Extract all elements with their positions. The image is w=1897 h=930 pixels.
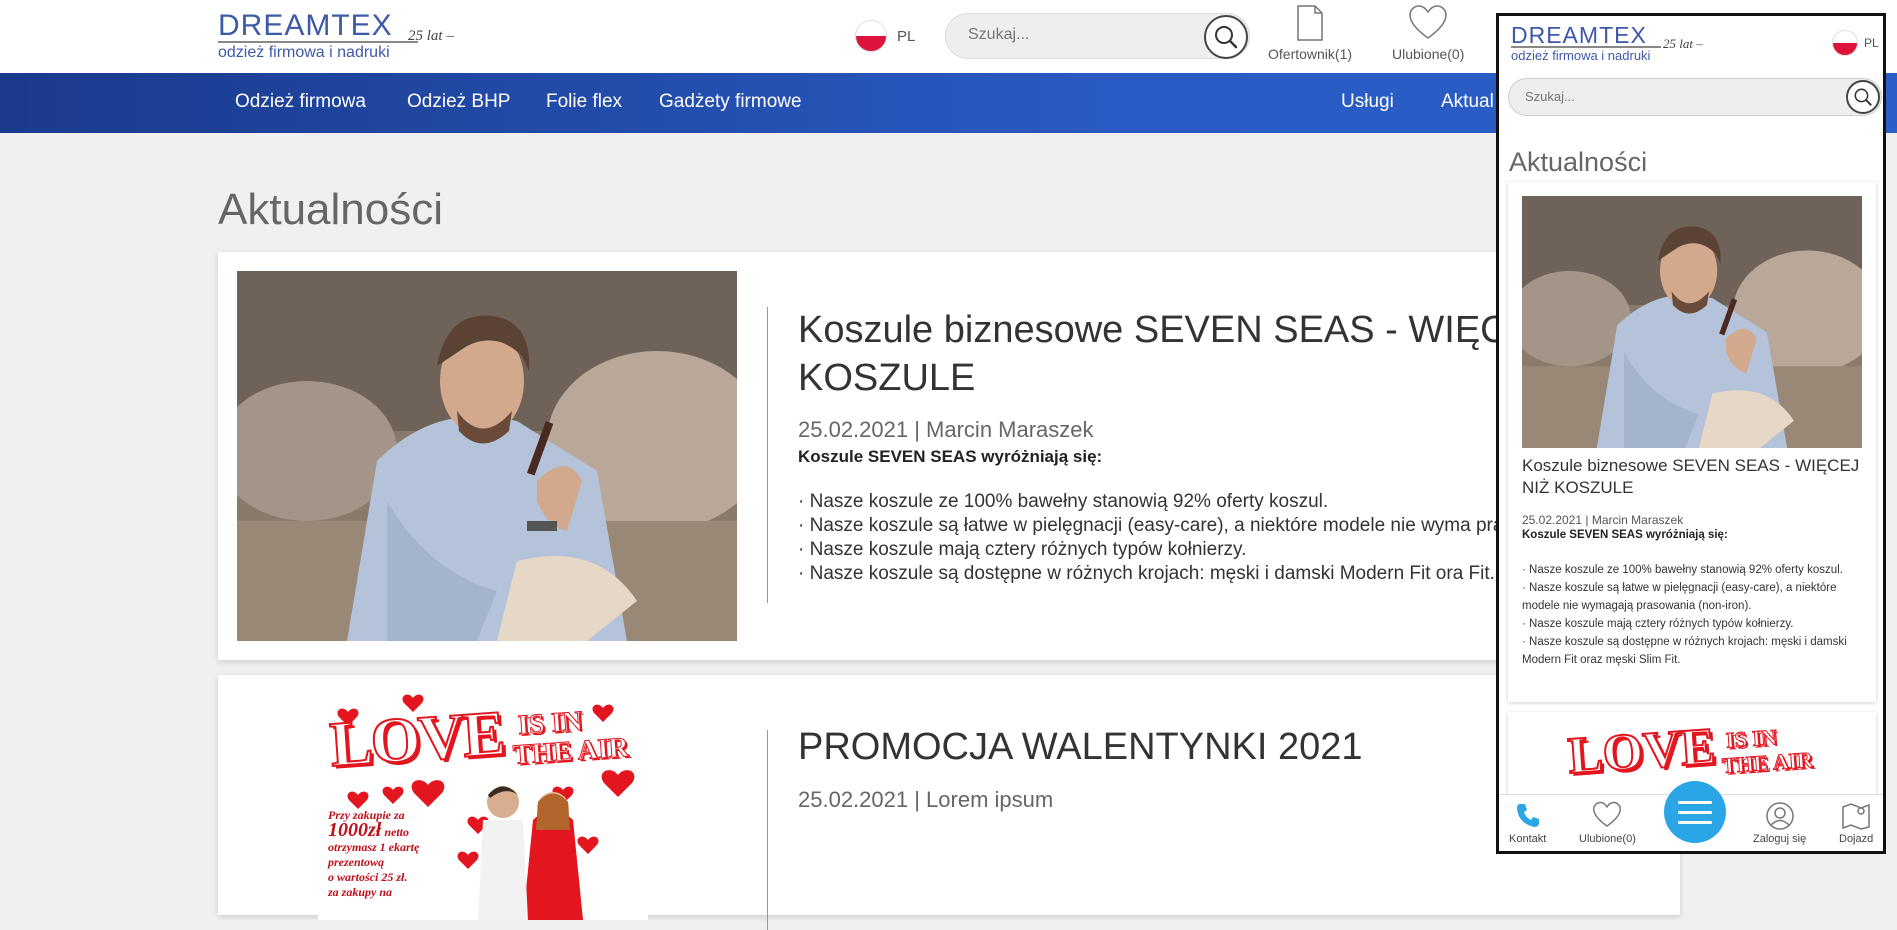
love-headline: LOVE [1565, 717, 1718, 786]
favorites-link[interactable]: Ulubione(0) [1392, 4, 1464, 62]
login-button[interactable]: Zaloguj się [1753, 801, 1806, 845]
mobile-article-meta: 25.02.2021 | Marcin Maraszek [1522, 513, 1684, 527]
language-label: PL [1864, 36, 1879, 50]
logo-tagline: odzież firmowa i nadruki [1511, 48, 1651, 63]
man-in-shirt-photo [237, 271, 737, 641]
love-headline: LOVE [327, 696, 507, 781]
mobile-article-lead: Koszule SEVEN SEAS wyróżniają się: [1522, 529, 1728, 541]
search-input[interactable] [968, 26, 1188, 44]
mobile-search-bar [1508, 78, 1882, 116]
logo-years: 25 lat – [1663, 36, 1703, 51]
login-label: Zaloguj się [1753, 833, 1807, 845]
mobile-preview: DREAMTEX odzież firmowa i nadruki 25 lat… [1496, 13, 1886, 854]
article-bullet: · Nasze koszule ze 100% bawełny stanowią… [1522, 564, 1843, 576]
article-card[interactable]: LOVE IS IN THE AIR Przy zakupie za 1000z… [218, 675, 1680, 930]
directions-button[interactable]: Dojazd [1839, 801, 1873, 845]
search-button[interactable] [1204, 15, 1248, 59]
man-in-shirt-photo [1522, 196, 1862, 448]
logo-tagline: odzież firmowa i nadruki [218, 44, 390, 61]
logo-underline [218, 41, 418, 43]
offer-link[interactable]: Ofertownik(1) [1268, 4, 1352, 62]
mobile-article-title[interactable]: Koszule biznesowe SEVEN SEAS - WIĘCEJ NI… [1522, 455, 1867, 499]
mobile-bottom-bar: Kontakt Ulubione(0) Zaloguj się Dojazd [1499, 781, 1883, 851]
nav-item-uslugi[interactable]: Usługi [1341, 91, 1394, 113]
language-switcher[interactable]: PL [855, 20, 915, 52]
article-divider [767, 730, 768, 930]
article-card[interactable]: Koszule biznesowe SEVEN SEAS - WIĘC KOSZ… [218, 252, 1680, 660]
mobile-favorites-label: Ulubione(0) [1579, 833, 1636, 845]
search-icon [1215, 26, 1238, 49]
mobile-header: DREAMTEX odzież firmowa i nadruki 25 lat… [1499, 16, 1883, 74]
love-is-in-the-air-banner: LOVE IS IN THE AIR Przy zakupie za 1000z… [318, 690, 648, 920]
nav-item-odziez-bhp[interactable]: Odzież BHP [407, 91, 510, 113]
nav-item-odziez-firmowa[interactable]: Odzież firmowa [235, 91, 366, 113]
heart-icon [1409, 5, 1447, 39]
language-label: PL [897, 27, 916, 45]
favorites-label: Ulubione(0) [1392, 46, 1465, 62]
article-image[interactable]: LOVE IS IN THE AIR Przy zakupie za 1000z… [318, 690, 648, 920]
article-image[interactable] [1522, 196, 1862, 448]
nav-item-folie-flex[interactable]: Folie flex [546, 91, 622, 113]
document-icon [1297, 5, 1323, 41]
mobile-search-input[interactable] [1525, 89, 1775, 104]
map-icon [1842, 803, 1870, 830]
hamburger-icon-line [1678, 820, 1712, 824]
article-bullet: · Nasze koszule są dostępne w różnych kr… [1522, 636, 1847, 666]
directions-label: Dojazd [1839, 833, 1874, 845]
article-meta: 25.02.2021 | Lorem ipsum [798, 787, 1054, 812]
logo[interactable]: DREAMTEX odzież firmowa i nadruki 25 lat… [218, 11, 468, 61]
nav-item-aktualnosci[interactable]: Aktual [1441, 91, 1494, 113]
search-icon [1854, 88, 1872, 106]
contact-label: Kontakt [1509, 833, 1547, 845]
mobile-article-card[interactable]: Koszule biznesowe SEVEN SEAS - WIĘCEJ NI… [1508, 182, 1876, 702]
promo-text: Przy zakupie za 1000zł netto otrzymasz 1… [328, 808, 420, 899]
phone-icon [1516, 804, 1539, 827]
contact-button[interactable]: Kontakt [1509, 801, 1546, 845]
mobile-logo[interactable]: DREAMTEX odzież firmowa i nadruki 25 lat… [1511, 24, 1711, 64]
nav-item-gadzety[interactable]: Gadżety firmowe [659, 91, 802, 113]
article-divider [767, 307, 768, 603]
search-bar [945, 13, 1250, 59]
mobile-article-bullets: · Nasze koszule ze 100% bawełny stanowią… [1522, 561, 1867, 669]
menu-button[interactable] [1664, 781, 1726, 843]
hamburger-icon-line [1678, 810, 1712, 814]
article-meta: 25.02.2021 | Marcin Maraszek [798, 417, 1094, 442]
poland-flag-icon [1832, 30, 1858, 56]
mobile-search-button[interactable] [1846, 80, 1880, 114]
logo-years: 25 lat – [408, 28, 454, 44]
mobile-page-title: Aktualności [1509, 147, 1648, 177]
user-icon [1765, 802, 1794, 830]
offer-label: Ofertownik(1) [1268, 46, 1353, 62]
article-image[interactable] [237, 271, 737, 641]
article-bullet: · Nasze koszule mają cztery różnych typó… [1522, 618, 1794, 630]
heart-icon [1593, 801, 1622, 827]
article-bullet: · Nasze koszule są łatwe w pielęgnacji (… [1522, 582, 1837, 612]
the-air-text: THE AIR [1721, 746, 1815, 779]
hamburger-icon-line [1678, 800, 1712, 804]
poland-flag-icon [855, 20, 887, 52]
mobile-language-switcher[interactable]: PL [1832, 30, 1879, 56]
page-title: Aktualności [218, 185, 444, 234]
mobile-favorites-button[interactable]: Ulubione(0) [1579, 801, 1636, 845]
article-lead: Koszule SEVEN SEAS wyróżniają się: [798, 447, 1103, 466]
